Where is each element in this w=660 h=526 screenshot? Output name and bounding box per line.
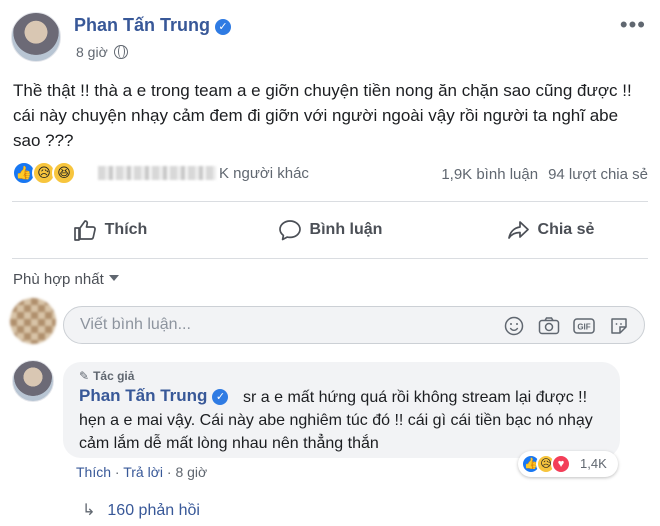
- love-reaction-icon: ♥: [551, 454, 571, 474]
- divider: [12, 258, 648, 259]
- replies-label: 160 phản hồi: [107, 502, 200, 519]
- comment-time[interactable]: 8 giờ: [175, 464, 207, 480]
- comment-meta: Thích · Trả lời · 8 giờ: [76, 464, 208, 480]
- view-replies-link[interactable]: ↳ 160 phản hồi: [82, 500, 200, 520]
- comment-input-placeholder: Viết bình luận...: [80, 316, 191, 333]
- sort-label: Phù hợp nhất: [13, 271, 104, 288]
- chevron-down-icon: [108, 275, 119, 281]
- comment-input[interactable]: Viết bình luận... GIF: [63, 306, 645, 344]
- comment-reply-link[interactable]: Trả lời: [123, 464, 163, 480]
- like-button[interactable]: Thích: [0, 211, 220, 249]
- share-icon: [507, 221, 529, 239]
- post-stats: 1,9K bình luận 94 lượt chia sẻ: [431, 166, 648, 183]
- camera-icon[interactable]: [538, 315, 560, 337]
- comment-reactions[interactable]: 👍 😥 ♥ 1,4K: [518, 451, 618, 477]
- action-bar: Thích Bình luận Chia sẻ: [0, 211, 660, 249]
- sticker-icon[interactable]: [608, 315, 630, 337]
- more-icon[interactable]: •••: [620, 12, 646, 38]
- like-label: Thích: [104, 221, 148, 238]
- globe-icon: [113, 45, 128, 59]
- comment-bubble: ✎ Tác giả sr a e mất hứng quá rồi không s…: [63, 362, 620, 458]
- composer-icons: GIF: [503, 315, 630, 337]
- blurred-names: [98, 166, 216, 180]
- share-label: Chia sẻ: [537, 221, 595, 238]
- verified-icon: ✓: [215, 19, 232, 35]
- share-button[interactable]: Chia sẻ: [440, 211, 660, 249]
- author-name[interactable]: Phan Tấn Trung ✓: [74, 15, 232, 36]
- comment-label: Bình luận: [309, 221, 383, 238]
- reaction-names[interactable]: K người khác: [98, 165, 309, 182]
- verified-icon: ✓: [212, 389, 229, 405]
- comment-reaction-count: 1,4K: [580, 456, 607, 471]
- reaction-names-suffix: K người khác: [219, 165, 309, 182]
- post-timestamp[interactable]: 8 giờ: [76, 44, 128, 60]
- commenter-avatar[interactable]: [12, 360, 54, 402]
- facebook-post: Phan Tấn Trung ✓ 8 giờ ••• Thề thật !! th…: [0, 0, 660, 526]
- comment-like-link[interactable]: Thích: [76, 464, 111, 480]
- commenter-name[interactable]: Phan Tấn Trung ✓: [79, 386, 229, 406]
- divider: [12, 201, 648, 202]
- comment-sort-dropdown[interactable]: Phù hợp nhất: [13, 271, 119, 288]
- author-badge: ✎ Tác giả: [79, 369, 134, 383]
- reply-arrow-icon: ↳: [82, 502, 96, 519]
- post-text: Thề thật !! thà a e trong team a e giỡn …: [13, 81, 632, 150]
- author-avatar[interactable]: [11, 12, 61, 62]
- comment-count[interactable]: 1,9K bình luận: [441, 166, 538, 183]
- current-user-avatar: [10, 298, 56, 344]
- like-icon: [73, 220, 96, 241]
- post-time-text[interactable]: 8 giờ: [76, 44, 108, 60]
- gif-icon[interactable]: GIF: [573, 315, 595, 337]
- pencil-icon: ✎: [79, 369, 90, 383]
- comment-icon: [278, 220, 301, 241]
- commenter-name-text[interactable]: Phan Tấn Trung: [79, 386, 207, 405]
- author-badge-label: Tác giả: [93, 369, 135, 383]
- gif-icon-label: GIF: [577, 323, 590, 332]
- comment-button[interactable]: Bình luận: [220, 211, 440, 249]
- haha-reaction-icon: 😆: [52, 161, 76, 185]
- share-count[interactable]: 94 lượt chia sẻ: [548, 166, 648, 183]
- emoji-icon[interactable]: [503, 315, 525, 337]
- author-name-text[interactable]: Phan Tấn Trung: [74, 15, 210, 35]
